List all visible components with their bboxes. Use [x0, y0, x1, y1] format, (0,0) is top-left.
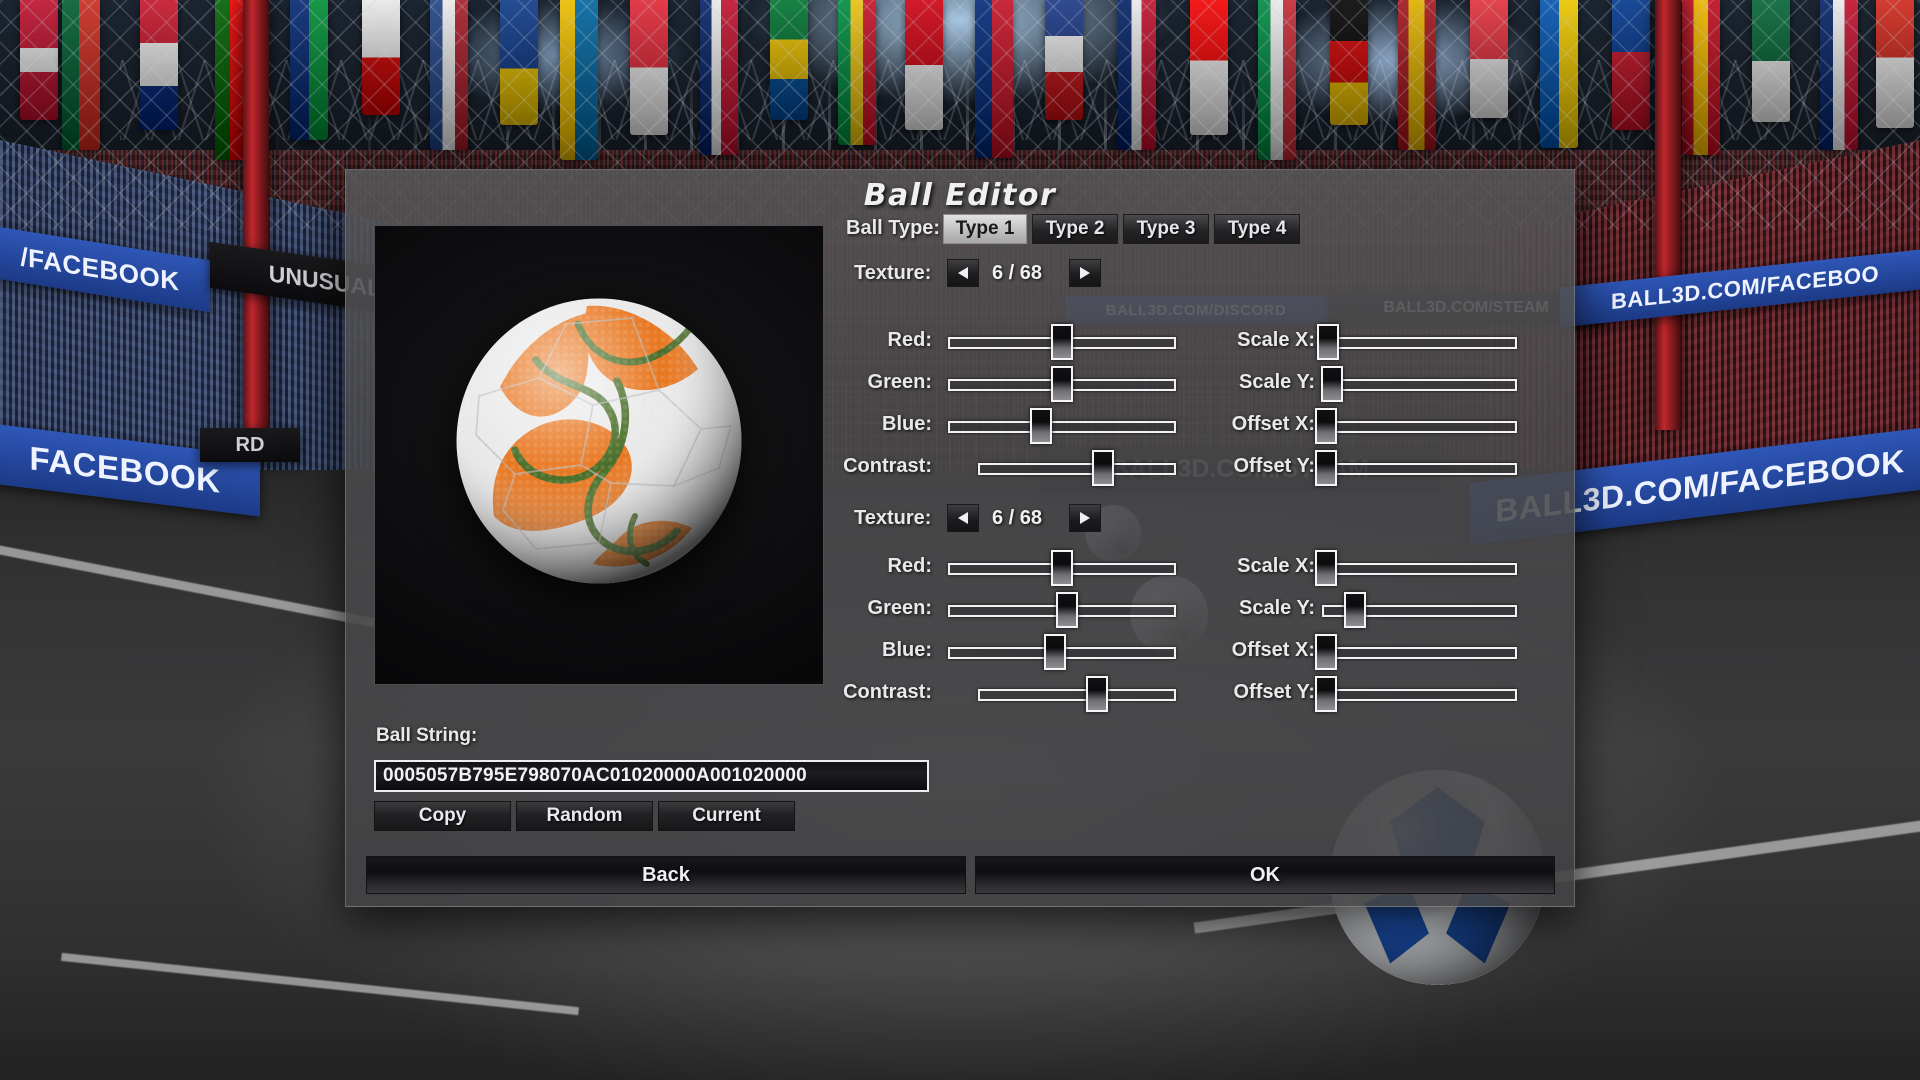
- ball-type-button-3[interactable]: Type 3: [1123, 214, 1209, 244]
- slider-scaley-2[interactable]: [1322, 592, 1517, 628]
- texture-counter-2: 6 / 68: [992, 507, 1043, 529]
- arrow-left-icon: [958, 267, 968, 279]
- slider-label-contrast-2: Contrast:: [843, 681, 932, 703]
- support-pillar-right: [1655, 0, 1681, 430]
- random-button[interactable]: Random: [516, 801, 653, 831]
- slider-label-scalex-2: Scale X:: [1237, 555, 1315, 577]
- ball-type-button-1[interactable]: Type 1: [943, 214, 1027, 244]
- texture-prev-button-2[interactable]: [947, 504, 979, 532]
- ball-type-button-4[interactable]: Type 4: [1214, 214, 1300, 244]
- texture-label-1: Texture:: [854, 262, 932, 284]
- texture-next-button-2[interactable]: [1069, 504, 1101, 532]
- slider-blue-1[interactable]: [948, 408, 1176, 444]
- slider-red-1[interactable]: [948, 324, 1176, 360]
- slider-label-blue-2: Blue:: [882, 639, 932, 661]
- slider-label-scaley-2: Scale Y:: [1239, 597, 1315, 619]
- arrow-right-icon: [1080, 512, 1090, 524]
- slider-green-1[interactable]: [948, 366, 1176, 402]
- slider-label-green-1: Green:: [867, 371, 932, 393]
- slider-label-offsety-1: Offset Y:: [1233, 455, 1316, 477]
- slider-contrast-1[interactable]: [978, 450, 1176, 486]
- texture-prev-button-1[interactable]: [947, 259, 979, 287]
- texture-next-button-1[interactable]: [1069, 259, 1101, 287]
- slider-label-blue-1: Blue:: [882, 413, 932, 435]
- texture-label-2: Texture:: [854, 507, 932, 529]
- copy-button[interactable]: Copy: [374, 801, 511, 831]
- slider-scalex-1[interactable]: [1316, 324, 1517, 360]
- slider-red-2[interactable]: [948, 550, 1176, 586]
- slider-label-scalex-1: Scale X:: [1237, 329, 1315, 351]
- slider-label-offsetx-1: Offset X:: [1231, 413, 1315, 435]
- slider-contrast-2[interactable]: [978, 676, 1176, 712]
- slider-label-offsetx-2: Offset X:: [1231, 639, 1315, 661]
- ball-string-label: Ball String:: [376, 725, 478, 746]
- texture-counter-1: 6 / 68: [992, 262, 1043, 284]
- ball-string-input[interactable]: 0005057B795E798070AC01020000A001020000: [374, 760, 929, 792]
- ok-button[interactable]: OK: [975, 856, 1555, 894]
- slider-offsetx-1[interactable]: [1314, 408, 1517, 444]
- slider-label-red-1: Red:: [887, 329, 932, 351]
- arrow-right-icon: [1080, 267, 1090, 279]
- ball-3d-icon: [456, 298, 742, 584]
- page-title: Ball Editor: [863, 178, 1057, 213]
- ball-type-button-2[interactable]: Type 2: [1032, 214, 1118, 244]
- ball-preview-panel[interactable]: [374, 225, 824, 685]
- advert-board: RD: [200, 428, 300, 462]
- slider-label-red-2: Red:: [887, 555, 932, 577]
- support-pillar-left: [243, 0, 269, 430]
- slider-offsety-2[interactable]: [1314, 676, 1517, 712]
- ball-type-label: Ball Type:: [846, 217, 941, 239]
- slider-label-contrast-1: Contrast:: [843, 455, 932, 477]
- slider-scalex-2[interactable]: [1314, 550, 1517, 586]
- slider-scaley-1[interactable]: [1320, 366, 1517, 402]
- ball-editor-dialog: Ball Editor Ball Type: Type 1 Type 2 Typ…: [345, 169, 1575, 907]
- slider-blue-2[interactable]: [948, 634, 1176, 670]
- slider-label-offsety-2: Offset Y:: [1233, 681, 1316, 703]
- slider-offsety-1[interactable]: [1314, 450, 1517, 486]
- arrow-left-icon: [958, 512, 968, 524]
- slider-green-2[interactable]: [948, 592, 1176, 628]
- back-button[interactable]: Back: [366, 856, 966, 894]
- slider-offsetx-2[interactable]: [1314, 634, 1517, 670]
- slider-label-scaley-1: Scale Y:: [1239, 371, 1315, 393]
- ball-preview-model[interactable]: [449, 291, 749, 591]
- current-button[interactable]: Current: [658, 801, 795, 831]
- slider-label-green-2: Green:: [867, 597, 932, 619]
